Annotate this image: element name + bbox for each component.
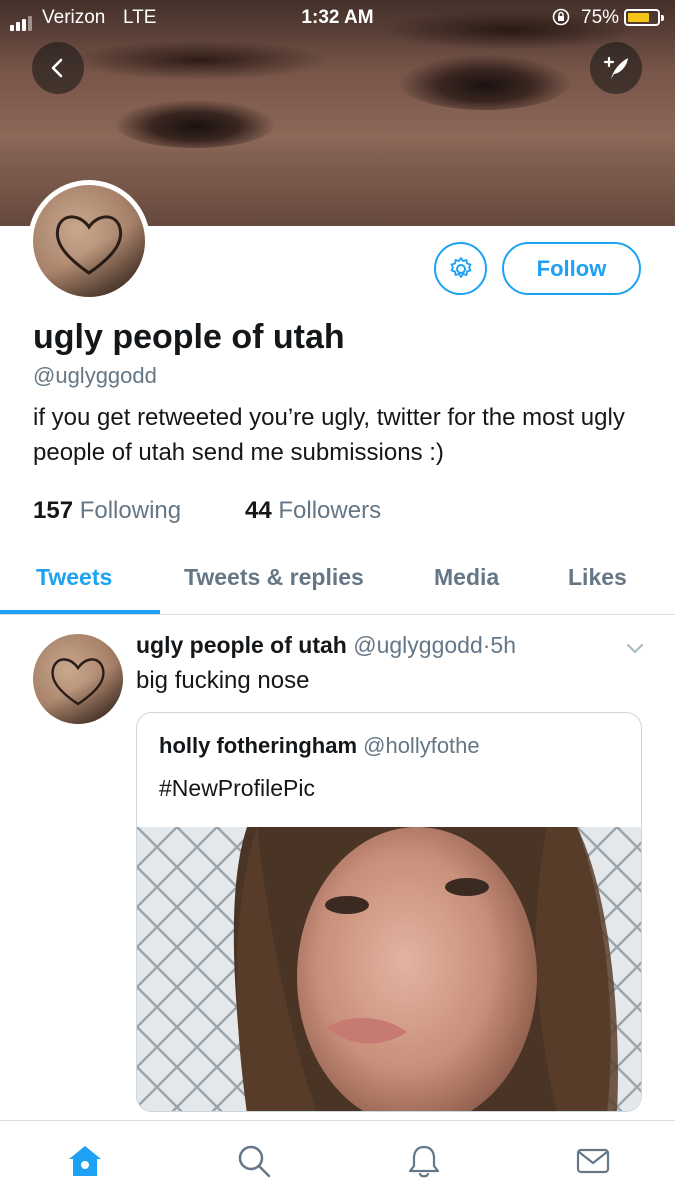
tab-tweets-and-replies[interactable]: Tweets & replies (184, 564, 364, 591)
tab-tweets[interactable]: Tweets (36, 564, 112, 591)
following-stat[interactable]: 157 Following (33, 497, 181, 525)
following-count: 157 (33, 497, 74, 524)
quoted-tweet-header: holly fotheringham @hollyfothe (159, 733, 480, 759)
compose-tweet-icon (603, 56, 628, 79)
search-icon (238, 1145, 271, 1178)
tweet-header: ugly people of utah @uglyggodd·5h (136, 632, 516, 659)
tab-media[interactable]: Media (434, 564, 499, 591)
chevron-down-icon[interactable] (625, 638, 645, 658)
compose-tweet-button[interactable] (590, 42, 642, 94)
tab-likes[interactable]: Likes (568, 564, 627, 591)
nav-notifications[interactable] (404, 1141, 444, 1181)
profile-name: ugly people of utah (33, 318, 345, 356)
tweet-author-handle[interactable]: @uglyggodd (353, 632, 483, 658)
status-time: 1:32 AM (301, 7, 374, 28)
battery-percentage: 75% (581, 7, 620, 28)
messages-icon (576, 1148, 610, 1174)
quoted-tweet-image[interactable] (137, 827, 641, 1111)
status-bar: Verizon LTE 1:32 AM 75% (0, 0, 675, 36)
tweet-time[interactable]: 5h (490, 632, 516, 658)
tweet-author-avatar[interactable] (33, 634, 123, 724)
quoted-author-name: holly fotheringham (159, 733, 357, 758)
profile-handle: @uglyggodd (33, 363, 157, 388)
follow-button[interactable]: Follow (502, 242, 641, 295)
quoted-tweet-text: #NewProfilePic (159, 775, 315, 801)
tweet-text: big fucking nose (136, 667, 310, 694)
quoted-tweet[interactable]: holly fotheringham @hollyfothe #NewProfi… (136, 712, 642, 1112)
followers-count: 44 (245, 497, 272, 524)
orientation-lock-icon (552, 8, 570, 26)
bottom-navigation (0, 1120, 675, 1201)
profile-bio: if you get retweeted you’re ugly, twitte… (33, 404, 625, 466)
tweet-author-name[interactable]: ugly people of utah (136, 632, 347, 658)
profile-settings-button[interactable] (434, 242, 487, 295)
chevron-left-icon (51, 58, 63, 78)
quoted-author-handle: @hollyfothe (363, 733, 480, 758)
battery-icon (624, 9, 664, 26)
followers-label: Followers (278, 497, 382, 524)
nav-search[interactable] (234, 1141, 274, 1181)
nav-home[interactable] (65, 1141, 105, 1181)
profile-avatar[interactable] (28, 180, 150, 302)
profile-tabs: Tweets Tweets & replies Media Likes (0, 552, 675, 615)
gear-icon (450, 256, 471, 278)
active-tab-indicator (0, 610, 160, 614)
nav-messages[interactable] (573, 1141, 613, 1181)
back-button[interactable] (32, 42, 84, 94)
following-label: Following (79, 497, 182, 524)
home-icon (69, 1146, 101, 1176)
notifications-icon (408, 1145, 440, 1178)
followers-stat[interactable]: 44 Followers (245, 497, 381, 525)
